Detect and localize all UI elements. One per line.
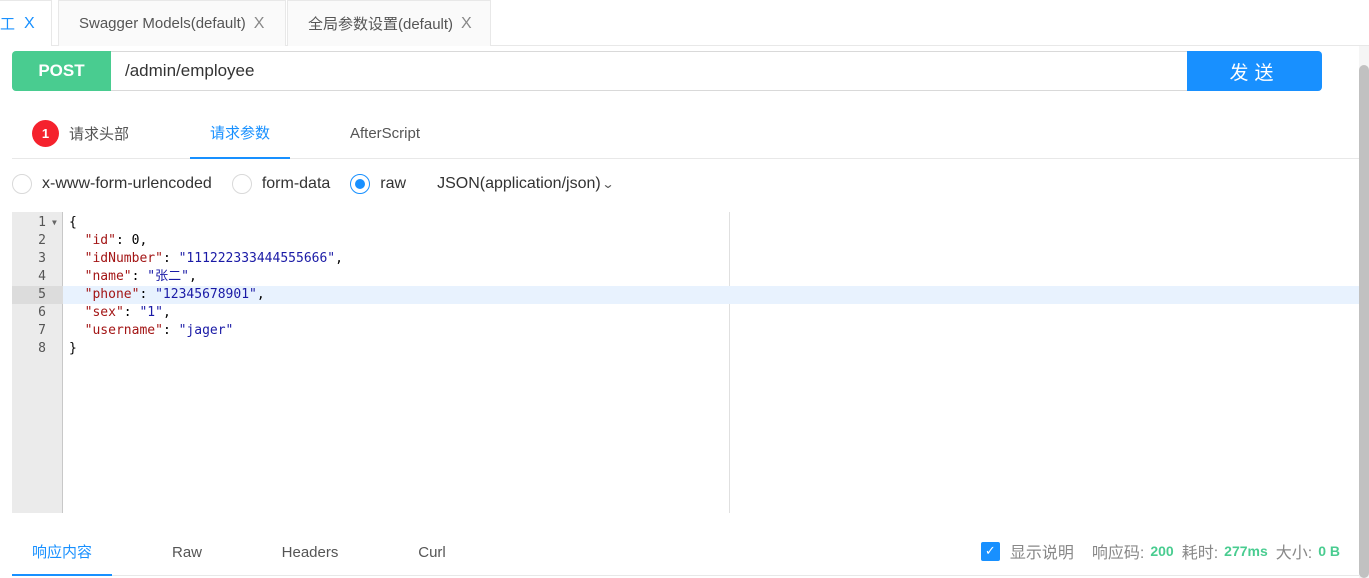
tab-label: AfterScript xyxy=(349,125,421,142)
tab-response-content[interactable]: 响应内容 xyxy=(12,528,112,576)
json-comma: , xyxy=(335,251,343,266)
scrollbar-thumb[interactable] xyxy=(1359,65,1369,578)
radio-form-data[interactable] xyxy=(231,174,252,194)
json-sep: : xyxy=(115,233,132,248)
json-key: "phone" xyxy=(84,287,140,302)
json-sep: : xyxy=(162,323,179,338)
code-line[interactable]: 8} xyxy=(12,340,1360,358)
json-value: "张二" xyxy=(147,269,189,284)
show-desc-label: 显示说明 xyxy=(1009,545,1074,562)
tab-request-headers[interactable]: 1 请求头部 xyxy=(32,108,142,159)
json-comma: , xyxy=(256,287,265,302)
tab-afterscript[interactable]: AfterScript xyxy=(335,108,435,159)
code-line[interactable]: 2 "id": 0, xyxy=(12,232,1360,250)
line-number: 7 xyxy=(38,323,46,338)
json-value: "1" xyxy=(139,305,163,320)
status-code-value: 200 xyxy=(1150,543,1174,559)
page-scrollbar[interactable] xyxy=(1359,46,1369,578)
tab-label: 工 xyxy=(0,16,16,33)
brace: } xyxy=(69,341,77,356)
line-number: 3 xyxy=(38,251,46,266)
request-subtabs: 1 请求头部 请求参数 AfterScript xyxy=(12,108,1360,159)
fold-arrow-icon[interactable]: ▼ xyxy=(52,214,57,232)
code-text: "username": "jager" xyxy=(69,322,234,340)
radio-label: x-www-form-urlencoded xyxy=(42,175,212,192)
code-line[interactable]: 1 ▼{ xyxy=(12,214,1360,232)
tab-curl[interactable]: Curl xyxy=(402,528,462,576)
code-text: { xyxy=(69,214,77,232)
size-value: 0 B xyxy=(1318,543,1340,559)
tab-request-params[interactable]: 请求参数 xyxy=(190,108,290,159)
close-icon[interactable]: X xyxy=(254,15,265,33)
code-text: "idNumber": "111222333444555666", xyxy=(69,250,343,268)
json-sep: : xyxy=(162,251,179,266)
headers-count-badge: 1 xyxy=(32,120,59,147)
status-code-label: 响应码: xyxy=(1091,545,1145,562)
code-line[interactable]: 7 "username": "jager" xyxy=(12,322,1360,340)
code-line[interactable]: 3 "idNumber": "111222333444555666", xyxy=(12,250,1360,268)
code-text: "phone": "12345678901", xyxy=(69,286,265,304)
code-text: } xyxy=(69,340,77,358)
tab-strip: 工 X Swagger Models(default) X 全局参数设置(def… xyxy=(0,0,1369,46)
time-label: 耗时: xyxy=(1181,545,1219,562)
json-key: "id" xyxy=(84,233,116,248)
json-key: "username" xyxy=(84,323,163,338)
chevron-down-icon: ⌄ xyxy=(601,177,615,191)
code-line[interactable]: 5 "phone": "12345678901", xyxy=(12,286,1360,304)
radio-label: raw xyxy=(380,175,407,192)
json-value: "12345678901" xyxy=(155,287,257,302)
radio-urlencoded[interactable] xyxy=(12,174,32,194)
code-line[interactable]: 4 "name": "张二", xyxy=(12,268,1360,286)
close-icon[interactable]: X xyxy=(24,15,35,33)
json-sep: : xyxy=(139,287,156,302)
json-comma: , xyxy=(139,233,148,248)
line-number: 8 xyxy=(38,341,46,356)
line-number: 4 xyxy=(38,269,46,284)
radio-raw[interactable] xyxy=(350,174,371,194)
line-number: 2 xyxy=(38,233,46,248)
size-label: 大小: xyxy=(1275,545,1313,562)
code-text: "sex": "1", xyxy=(69,304,171,322)
brace: { xyxy=(69,215,77,230)
response-tabs: 响应内容 Raw Headers Curl ✓ 显示说明 响应码: 200 耗时… xyxy=(12,528,1360,576)
json-key: "idNumber" xyxy=(84,251,163,266)
json-comma: , xyxy=(188,269,197,284)
json-key: "name" xyxy=(84,269,132,284)
json-sep: : xyxy=(131,269,148,284)
radio-label: form-data xyxy=(261,175,331,192)
send-button[interactable]: 发送 xyxy=(1187,51,1322,91)
line-number: 5 xyxy=(12,286,63,304)
json-key: "sex" xyxy=(84,305,124,320)
response-meta: ✓ 显示说明 响应码: 200 耗时: 277ms 大小: 0 B xyxy=(980,528,1340,574)
content-type-select[interactable]: JSON(application/json) ⌄ xyxy=(437,175,615,193)
tab-label: 请求参数 xyxy=(209,125,270,142)
tab-label: 全局参数设置(default) xyxy=(308,16,454,33)
line-number: 6 xyxy=(38,305,46,320)
code-line[interactable]: 6 "sex": "1", xyxy=(12,304,1360,322)
tab-label: 请求头部 xyxy=(69,126,130,143)
json-sep: : xyxy=(123,305,140,320)
time-value: 277ms xyxy=(1224,543,1268,559)
code-text: "id": 0, xyxy=(69,232,148,250)
tab-employee[interactable]: 工 X xyxy=(0,0,52,46)
tab-raw[interactable]: Raw xyxy=(152,528,222,576)
close-icon[interactable]: X xyxy=(461,15,472,33)
body-type-selector: x-www-form-urlencoded form-data raw JSON… xyxy=(12,170,615,198)
url-input[interactable] xyxy=(111,51,1188,91)
code-editor[interactable]: 1 ▼{2 "id": 0, 3 "idNumber": "111222333444… xyxy=(12,212,1360,513)
code-text: "name": "张二", xyxy=(69,268,197,286)
content-type-value: JSON(application/json) xyxy=(437,175,601,192)
http-method-badge: POST xyxy=(12,51,111,91)
tab-headers[interactable]: Headers xyxy=(270,528,350,576)
json-comma: , xyxy=(162,305,171,320)
tab-global-params[interactable]: 全局参数设置(default) X xyxy=(287,0,491,46)
tab-swagger-models[interactable]: Swagger Models(default) X xyxy=(58,0,286,46)
tab-label: Swagger Models(default) xyxy=(79,15,246,32)
show-desc-checkbox[interactable]: ✓ xyxy=(980,541,1000,561)
json-value: "111222333444555666" xyxy=(178,251,336,266)
json-value: "jager" xyxy=(178,323,234,338)
